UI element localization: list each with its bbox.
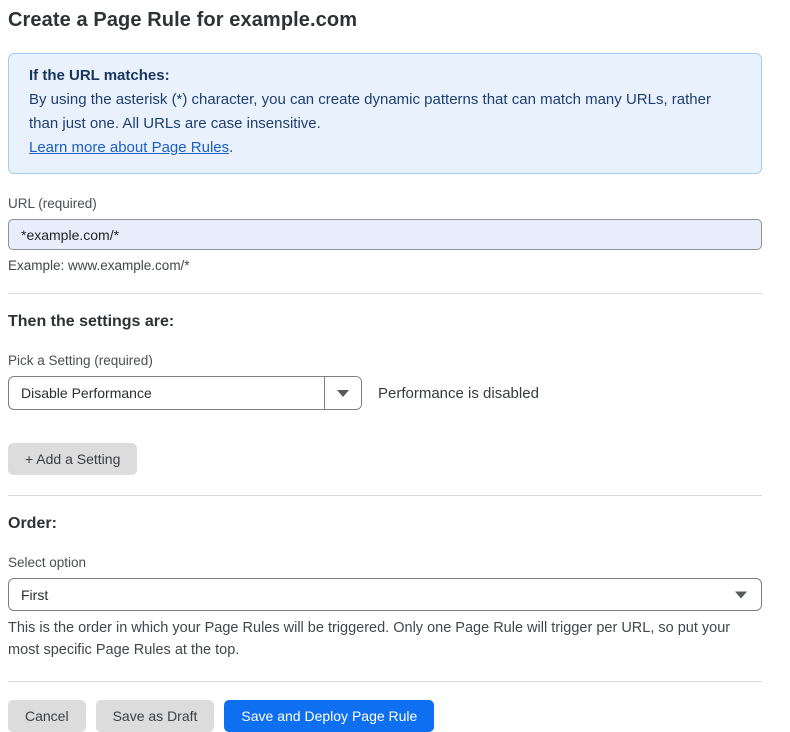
order-helper-text: This is the order in which your Page Rul… [8,617,762,661]
save-deploy-button[interactable]: Save and Deploy Page Rule [224,700,434,732]
setting-select-arrow-button[interactable] [324,377,361,409]
order-section-heading: Order: [8,515,762,533]
cancel-button[interactable]: Cancel [8,700,86,732]
info-box-heading: If the URL matches: [29,64,741,88]
url-example-helper: Example: www.example.com/* [8,258,762,273]
divider [8,293,762,294]
info-box-link-row: Learn more about Page Rules. [29,136,741,160]
create-page-rule-form: Create a Page Rule for example.com If th… [8,9,762,732]
chevron-down-icon [735,591,747,598]
setting-select-value: Disable Performance [9,377,324,409]
order-select[interactable]: First [8,578,762,611]
info-box-body: By using the asterisk (*) character, you… [29,88,741,136]
learn-more-link[interactable]: Learn more about Page Rules [29,139,229,156]
setting-row: Disable Performance Performance is disab… [8,376,762,410]
pick-setting-label: Pick a Setting (required) [8,353,762,368]
order-select-label: Select option [8,555,762,570]
footer-actions: Cancel Save as Draft Save and Deploy Pag… [8,700,762,732]
order-select-value: First [9,587,48,603]
setting-status-text: Performance is disabled [378,385,539,402]
page-title: Create a Page Rule for example.com [8,9,762,32]
url-match-info-box: If the URL matches: By using the asteris… [8,53,762,174]
link-suffix: . [229,139,233,156]
chevron-down-icon [337,390,349,397]
url-field-label: URL (required) [8,196,762,211]
divider [8,495,762,496]
settings-section-heading: Then the settings are: [8,313,762,331]
add-setting-button[interactable]: + Add a Setting [8,443,137,475]
setting-select[interactable]: Disable Performance [8,376,362,410]
save-draft-button[interactable]: Save as Draft [96,700,215,732]
url-input[interactable] [8,219,762,250]
divider [8,681,762,682]
